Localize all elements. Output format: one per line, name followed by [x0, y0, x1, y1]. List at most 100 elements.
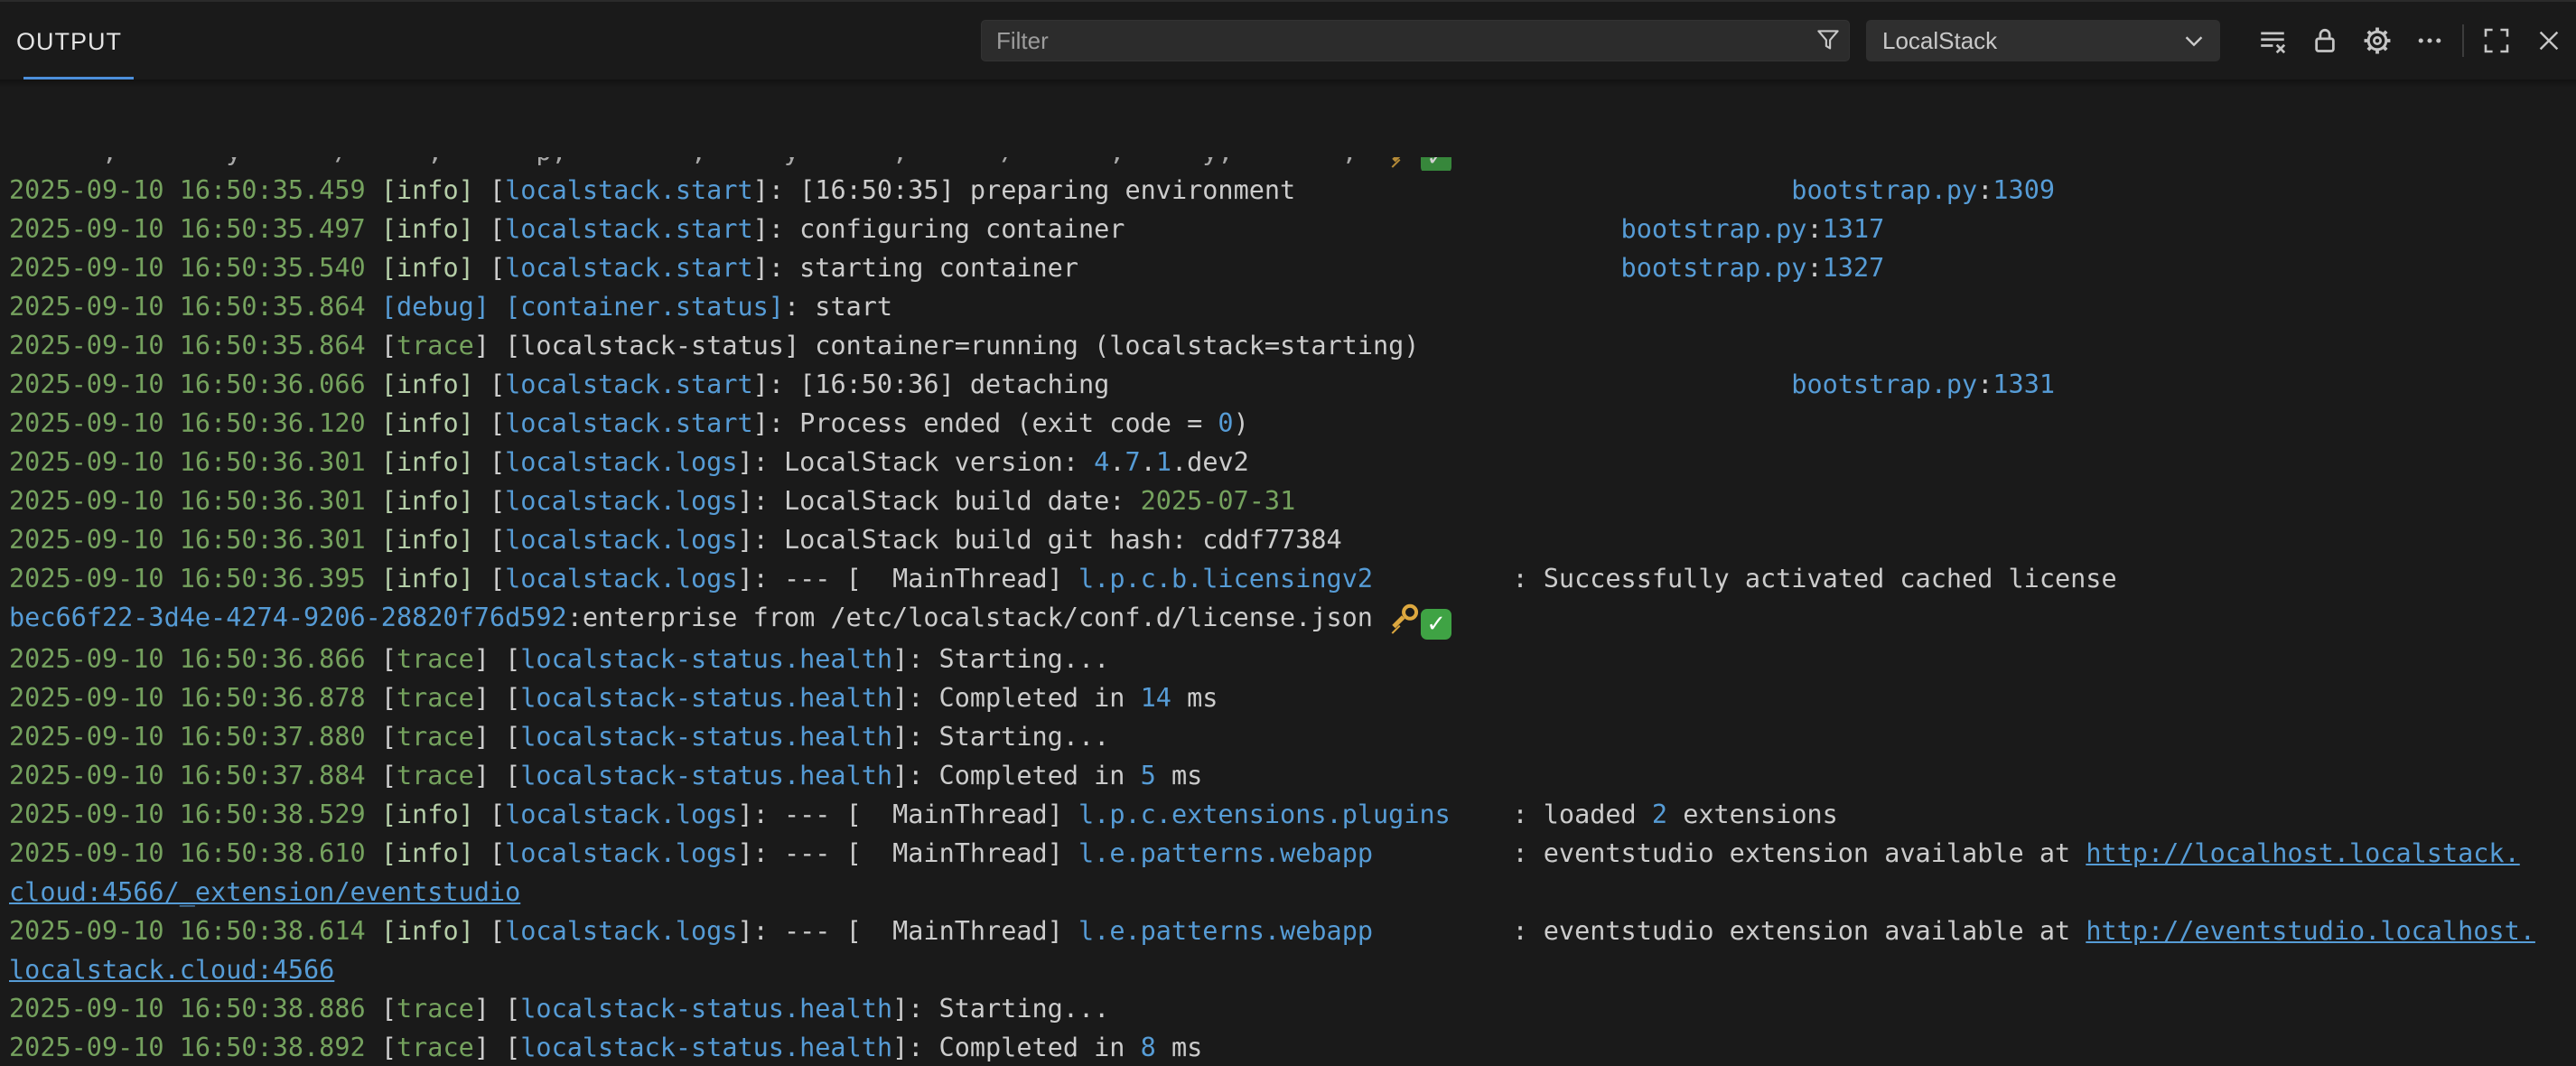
- log-text-segment: [366, 525, 381, 555]
- log-text-segment: ]:: [738, 916, 784, 946]
- gear-icon: [2362, 25, 2393, 56]
- log-text-segment: ] [: [474, 722, 520, 752]
- chevron-down-icon: [2180, 27, 2207, 54]
- key-icon: [1382, 157, 1425, 171]
- log-text-segment: 2025-09-10 16:50:38.886: [9, 994, 366, 1024]
- log-text-segment: bootstrap.py: [1621, 253, 1807, 283]
- log-text-segment: ] [: [474, 683, 520, 713]
- log-text-segment: [366, 916, 381, 946]
- settings-button[interactable]: [2357, 21, 2397, 61]
- output-channel-value: LocalStack: [1882, 27, 1997, 55]
- log-text-segment: [: [366, 683, 397, 713]
- log-text-segment: ]: Starting...: [892, 994, 1109, 1024]
- log-link[interactable]: cloud:4566/_extension/eventstudio: [9, 877, 520, 907]
- check-icon: ✓: [1421, 157, 1451, 171]
- log-text-segment: [490, 292, 505, 322]
- log-text-segment: ]: Completed in: [892, 683, 1141, 713]
- log-text-segment: ]:: [738, 800, 784, 829]
- log-text-segment: [: [474, 214, 505, 244]
- ellipsis-icon: [2414, 25, 2445, 56]
- log-text-segment: trace: [397, 722, 474, 752]
- log-text-segment: [info]: [381, 175, 474, 205]
- log-line: 2025-09-10 16:50:38.614 [info] [localsta…: [9, 912, 2576, 950]
- log-line: 2025-09-10 16:50:36.301 [info] [localsta…: [9, 482, 2576, 520]
- log-text-segment: 14: [1141, 683, 1171, 713]
- log-text-segment: localstack.logs: [505, 800, 737, 829]
- log-text-segment: ms: [1156, 761, 1202, 790]
- log-line: bec66f22-3d4e-4274-9206-28820f76d592:ent…: [9, 598, 2576, 640]
- log-text-segment: [: [474, 800, 505, 829]
- log-text-segment: ] [: [474, 761, 520, 790]
- log-text-segment: [info]: [381, 447, 474, 477]
- log-text-segment: [: [474, 408, 505, 438]
- log-text-segment: [366, 800, 381, 829]
- log-text-segment: [366, 564, 381, 594]
- log-text-segment: [: [474, 369, 505, 399]
- log-text-segment: LocalStack build date:: [784, 486, 1141, 516]
- log-line: 2025-09-10 16:50:38.610 [info] [localsta…: [9, 834, 2576, 873]
- log-text-segment: [: [474, 486, 505, 516]
- log-line: 2025-09-10 16:50:38.886 [trace] [localst…: [9, 989, 2576, 1028]
- log-text-segment: 8: [1141, 1033, 1156, 1062]
- log-text-segment: [: [366, 644, 397, 674]
- more-actions-button[interactable]: [2410, 21, 2450, 61]
- log-text-segment: l.e.patterns.webapp: [1078, 916, 1373, 946]
- log-text-segment: localstack.start: [505, 175, 753, 205]
- log-text-segment: :: [1806, 214, 1822, 244]
- log-text-segment: localstack.logs: [505, 525, 737, 555]
- toolbar-divider: [2462, 24, 2464, 57]
- log-text-segment: --- [ MainThread]: [784, 564, 1078, 594]
- log-text-segment: localstack.logs: [505, 486, 737, 516]
- filter-icon[interactable]: [1807, 25, 1849, 56]
- log-text-segment: [1125, 214, 1620, 244]
- log-text-segment: ]:: [738, 564, 784, 594]
- log-text-segment: ]:: [738, 525, 784, 555]
- log-text-segment: 2025-09-10 16:50:36.120: [9, 408, 366, 438]
- log-text-segment: ]:: [753, 408, 799, 438]
- log-text-segment: [366, 447, 381, 477]
- log-line: 2025-09-10 16:50:36.878 [trace] [localst…: [9, 678, 2576, 717]
- log-line: 2025-09-10 16:50:38.892 [trace] [localst…: [9, 1028, 2576, 1066]
- output-channel-select[interactable]: LocalStack: [1866, 20, 2220, 61]
- log-text-segment: LocalStack build git hash: cddf77384: [784, 525, 1342, 555]
- log-text-segment: configuring container: [799, 214, 1125, 244]
- filter-input[interactable]: [982, 27, 1807, 55]
- log-link[interactable]: http://eventstudio.localhost.: [2086, 916, 2535, 946]
- clear-output-button[interactable]: [2253, 21, 2292, 61]
- log-text-segment: l.p.c.extensions.plugins: [1078, 800, 1451, 829]
- log-text-segment: [: [366, 1033, 397, 1062]
- log-text-segment: bootstrap.py: [1621, 214, 1807, 244]
- log-text-segment: 2025-09-10 16:50:38.610: [9, 838, 366, 868]
- log-text-segment: [: [366, 722, 397, 752]
- log-text-segment: --- [ MainThread]: [784, 800, 1078, 829]
- log-text-segment: [info]: [381, 369, 474, 399]
- log-text-segment: [debug]: [381, 292, 490, 322]
- log-text-segment: bootstrap.py: [1791, 175, 1977, 205]
- expand-icon: [2482, 26, 2511, 55]
- tab-output[interactable]: OUTPUT: [16, 4, 122, 79]
- log-text-segment: [: [366, 761, 397, 790]
- close-panel-button[interactable]: [2529, 21, 2569, 61]
- log-text-segment: 2025-09-10 16:50:35.497: [9, 214, 366, 244]
- log-text-segment: 2025-09-10 16:50:35.864: [9, 331, 366, 360]
- log-area[interactable]: , y / , p, , y , / , y, , ✓2025-09-10 16…: [0, 79, 2576, 1066]
- log-text-segment: ] [: [474, 1033, 520, 1062]
- log-text-segment: [366, 253, 381, 283]
- log-text-segment: :: [1977, 175, 1993, 205]
- log-text-segment: .: [1141, 447, 1156, 477]
- log-text-segment: ]:: [753, 175, 799, 205]
- maximize-panel-button[interactable]: [2477, 21, 2516, 61]
- log-text-segment: : eventstudio extension available at: [1373, 916, 2086, 946]
- log-link[interactable]: localstack.cloud:4566: [9, 955, 334, 985]
- log-text-segment: [366, 838, 381, 868]
- log-text-segment: ms: [1171, 683, 1218, 713]
- log-text-segment: [1295, 175, 1791, 205]
- log-text-segment: trace: [397, 1033, 474, 1062]
- log-link[interactable]: http://localhost.localstack.: [2086, 838, 2519, 868]
- log-text-segment: ]: Starting...: [892, 722, 1109, 752]
- scroll-lock-button[interactable]: [2305, 21, 2345, 61]
- log-line: 2025-09-10 16:50:37.884 [trace] [localst…: [9, 756, 2576, 795]
- log-text-segment: 2025-09-10 16:50:37.880: [9, 722, 366, 752]
- log-text-segment: ): [1234, 408, 1249, 438]
- log-text-segment: [: [474, 175, 505, 205]
